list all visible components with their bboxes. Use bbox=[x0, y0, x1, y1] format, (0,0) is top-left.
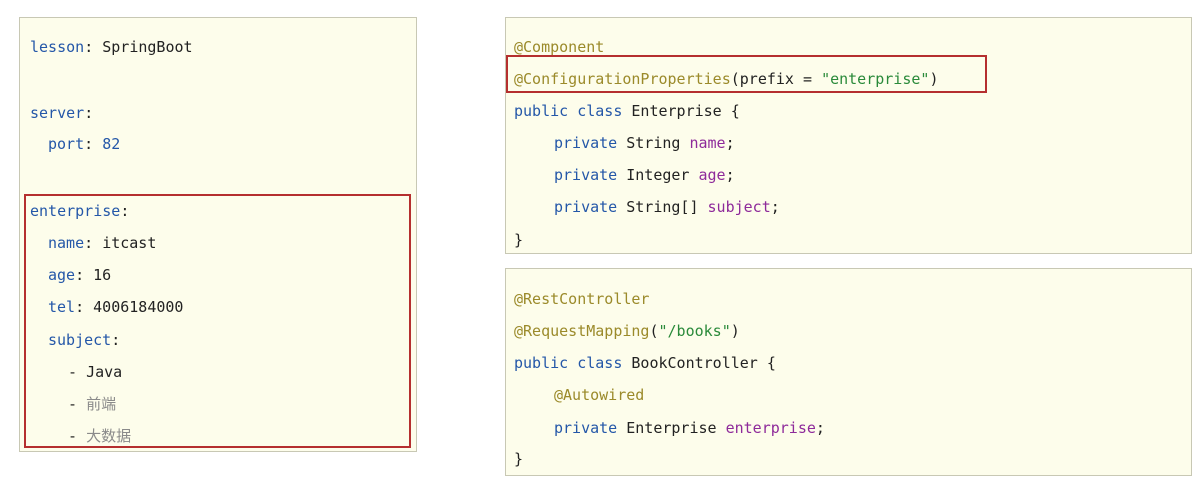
keyword-public-class: public class bbox=[514, 354, 623, 372]
yaml-subject-frontend: 前端 bbox=[86, 395, 117, 413]
annotation-autowired: @Autowired bbox=[554, 386, 645, 404]
yaml-subject-java: Java bbox=[86, 363, 123, 381]
yaml-key-name: name bbox=[48, 234, 85, 252]
semicolon: ; bbox=[770, 198, 780, 216]
class-name-enterprise: Enterprise { bbox=[631, 102, 740, 120]
code-line-field: private String name; bbox=[554, 133, 735, 153]
field-modifier: private bbox=[554, 166, 618, 184]
prefix-string: "enterprise" bbox=[821, 70, 930, 88]
annotation-close-paren: ) bbox=[929, 70, 939, 88]
yaml-key-subject: subject bbox=[48, 331, 112, 349]
code-line-component: @Component bbox=[514, 37, 604, 57]
field-modifier: private bbox=[554, 419, 618, 437]
yaml-subject-item: - 前端 bbox=[68, 395, 117, 413]
yaml-value-port: 82 bbox=[102, 135, 121, 153]
yaml-line-subject: subject: bbox=[48, 331, 121, 349]
annotation-param: (prefix = bbox=[730, 70, 822, 88]
yaml-key-lesson: lesson bbox=[30, 38, 85, 56]
code-line-field: private Integer age; bbox=[554, 165, 735, 185]
code-line-class-decl: public class BookController { bbox=[514, 353, 776, 373]
yaml-config-panel: lesson: SpringBoot server: port: 82 ente… bbox=[19, 17, 417, 452]
mapping-path-string: "/books" bbox=[658, 322, 731, 340]
yaml-line-age: age: 16 bbox=[48, 266, 112, 284]
code-line-field: private Enterprise enterprise; bbox=[554, 418, 825, 438]
code-line-request-mapping: @RequestMapping("/books") bbox=[514, 321, 740, 341]
code-line-autowired: @Autowired bbox=[554, 385, 644, 405]
semicolon: ; bbox=[815, 419, 825, 437]
book-controller-panel: @RestController @RequestMapping("/books"… bbox=[505, 268, 1192, 476]
yaml-line-enterprise: enterprise: bbox=[30, 202, 130, 220]
code-line-rest-controller: @RestController bbox=[514, 289, 649, 309]
code-line-class-decl: public class Enterprise { bbox=[514, 101, 740, 121]
yaml-line-lesson: lesson: SpringBoot bbox=[30, 38, 193, 56]
yaml-subject-bigdata: 大数据 bbox=[86, 427, 132, 445]
field-modifier: private bbox=[554, 134, 618, 152]
field-type: Integer bbox=[626, 166, 690, 184]
enterprise-class-panel: @Component @ConfigurationProperties(pref… bbox=[505, 17, 1192, 254]
yaml-value-age: 16 bbox=[93, 266, 112, 284]
field-type: String bbox=[626, 134, 681, 152]
keyword-public-class: public class bbox=[514, 102, 623, 120]
code-line-field: private String[] subject; bbox=[554, 197, 780, 217]
annotation-component: @Component bbox=[514, 38, 605, 56]
field-name: name bbox=[689, 134, 726, 152]
yaml-value-name: itcast bbox=[102, 234, 157, 252]
close-brace: } bbox=[514, 231, 524, 249]
yaml-key-tel: tel bbox=[48, 298, 76, 316]
annotation-open-paren: ( bbox=[649, 322, 659, 340]
yaml-subject-item: - Java bbox=[68, 363, 123, 381]
field-type: String[] bbox=[626, 198, 699, 216]
yaml-line-server: server: bbox=[30, 104, 94, 122]
field-name: enterprise bbox=[725, 419, 816, 437]
yaml-line-tel: tel: 4006184000 bbox=[48, 298, 184, 316]
semicolon: ; bbox=[725, 166, 735, 184]
field-type: Enterprise bbox=[626, 419, 717, 437]
code-line-close-brace: } bbox=[514, 230, 523, 250]
yaml-key-age: age bbox=[48, 266, 76, 284]
yaml-key-enterprise: enterprise bbox=[30, 202, 121, 220]
semicolon: ; bbox=[725, 134, 735, 152]
field-name: subject bbox=[707, 198, 771, 216]
yaml-subject-item: - 大数据 bbox=[68, 427, 132, 445]
yaml-key-server: server bbox=[30, 104, 85, 122]
yaml-key-port: port bbox=[48, 135, 85, 153]
field-name: age bbox=[698, 166, 726, 184]
code-line-config-props: @ConfigurationProperties(prefix = "enter… bbox=[514, 69, 938, 89]
annotation-request-mapping: @RequestMapping bbox=[514, 322, 650, 340]
yaml-value-tel: 4006184000 bbox=[93, 298, 184, 316]
class-name-book-controller: BookController { bbox=[631, 354, 776, 372]
close-brace: } bbox=[514, 450, 524, 468]
yaml-line-name: name: itcast bbox=[48, 234, 157, 252]
code-line-close-brace: } bbox=[514, 449, 523, 469]
annotation-rest-controller: @RestController bbox=[514, 290, 650, 308]
yaml-value-lesson: SpringBoot bbox=[102, 38, 193, 56]
field-modifier: private bbox=[554, 198, 618, 216]
annotation-configuration-properties: @ConfigurationProperties bbox=[514, 70, 731, 88]
annotation-close-paren: ) bbox=[730, 322, 740, 340]
yaml-line-port: port: 82 bbox=[48, 135, 121, 153]
